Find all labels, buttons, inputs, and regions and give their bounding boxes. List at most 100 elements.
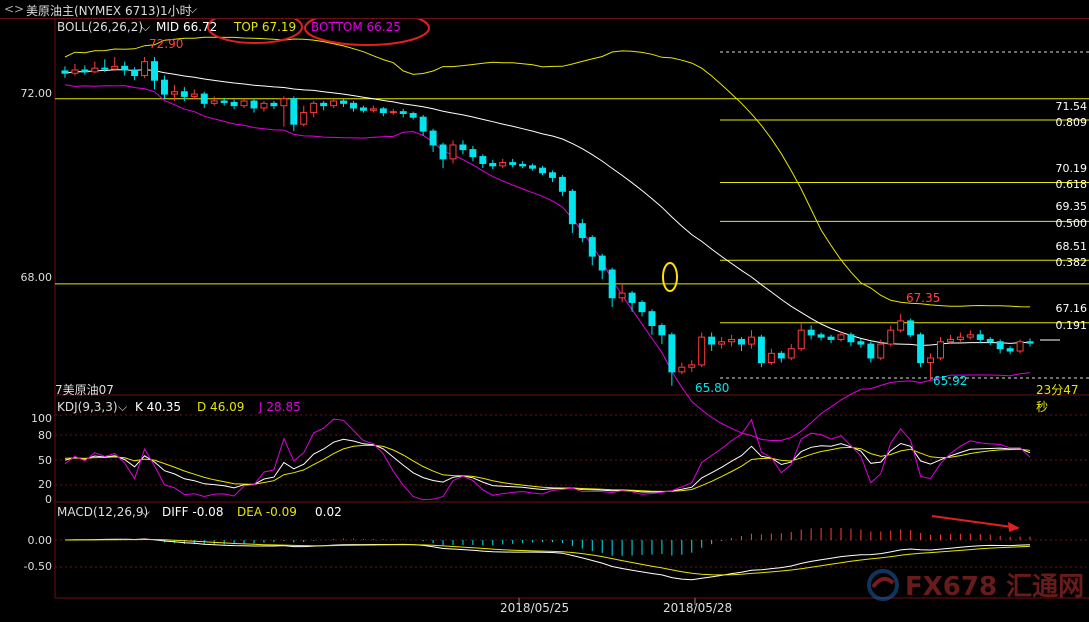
candle-body bbox=[757, 336, 765, 364]
candle-body bbox=[170, 91, 178, 95]
candle-body bbox=[290, 98, 298, 125]
price-axis-label: 72.00 bbox=[20, 87, 53, 100]
macd-indicator-name[interactable]: MACD(12,26,9) bbox=[57, 505, 148, 519]
candle-body bbox=[927, 357, 935, 364]
candle-body bbox=[399, 111, 407, 115]
candle-body bbox=[340, 100, 348, 104]
high-annotation: 67.35 bbox=[906, 291, 941, 305]
candle-body bbox=[568, 190, 576, 225]
fib-price-label: 70.19 bbox=[1055, 162, 1088, 175]
chart-svg[interactable] bbox=[0, 0, 1089, 619]
low-annotation: 65.80 bbox=[695, 381, 730, 395]
date-axis-label: 2018/05/28 bbox=[663, 601, 733, 615]
candle-body bbox=[280, 98, 288, 107]
candle-body bbox=[807, 329, 815, 336]
candle-body bbox=[986, 338, 994, 343]
candle-body bbox=[250, 100, 258, 109]
candle-body bbox=[61, 70, 69, 74]
candle-body bbox=[429, 130, 437, 146]
kdj-j-value: J 28.85 bbox=[259, 400, 301, 414]
candle-body bbox=[628, 292, 636, 303]
chevron-down-icon[interactable]: ⌵ bbox=[188, 2, 197, 17]
candle-body bbox=[877, 343, 885, 359]
candle-body bbox=[509, 162, 517, 165]
candle-body bbox=[469, 149, 477, 158]
candle-body bbox=[200, 93, 208, 104]
candle-body bbox=[489, 163, 497, 167]
candle-body bbox=[817, 334, 825, 338]
candle-body bbox=[230, 101, 238, 107]
candle-body bbox=[857, 341, 865, 345]
period-selector[interactable]: 1小时 bbox=[160, 2, 192, 19]
candle-body bbox=[937, 341, 944, 359]
candle-body bbox=[499, 162, 507, 167]
candle-body bbox=[578, 223, 586, 239]
candle-body bbox=[409, 113, 417, 118]
kdj-d-value: D 46.09 bbox=[197, 400, 245, 414]
kdj-axis-label: 0 bbox=[45, 493, 52, 506]
watermark-logo: FX678 汇通网 bbox=[865, 565, 1085, 605]
candle-body bbox=[777, 352, 785, 359]
candle-body bbox=[887, 329, 895, 345]
candle-body bbox=[350, 102, 357, 109]
fib-ratio-label: 0.382 bbox=[1055, 256, 1088, 269]
countdown-label: 23分47秒 bbox=[1036, 383, 1079, 414]
candle-body bbox=[111, 65, 119, 70]
boll-top-value: TOP 67.19 bbox=[234, 20, 297, 34]
boll-bottom-value: BOTTOM 66.25 bbox=[311, 20, 401, 34]
candle-body bbox=[996, 341, 1004, 350]
price-axis-label: 68.00 bbox=[20, 271, 53, 284]
contract-label: 7美原油07 bbox=[55, 383, 114, 397]
candle-body bbox=[1006, 348, 1014, 352]
high-annotation: 72.90 bbox=[149, 37, 184, 51]
candle-body bbox=[837, 334, 845, 340]
candle-body bbox=[708, 336, 716, 345]
chevron-down-icon[interactable]: ⌵ bbox=[141, 20, 150, 35]
kdj-k-value: K 40.35 bbox=[135, 400, 182, 414]
candle-body bbox=[917, 334, 925, 364]
candle-body bbox=[180, 91, 188, 97]
fib-price-label: 69.35 bbox=[1055, 200, 1088, 213]
symbol-label[interactable]: 美原油主(NYMEX 6713) bbox=[26, 2, 160, 19]
candle-body bbox=[141, 61, 149, 77]
low-annotation: 65.92 bbox=[933, 374, 968, 388]
candle-body bbox=[81, 69, 89, 73]
candle-body bbox=[638, 301, 646, 313]
fib-price-label: 68.51 bbox=[1055, 240, 1088, 253]
candle-body bbox=[966, 334, 974, 338]
candle-body bbox=[330, 100, 338, 107]
candle-body bbox=[588, 237, 596, 257]
macd-histogram-value: 0.02 bbox=[315, 505, 342, 519]
candle-body bbox=[558, 176, 566, 192]
candle-body bbox=[519, 163, 527, 167]
trend-arrow bbox=[931, 515, 1013, 528]
boll-bottom-line bbox=[64, 84, 1031, 442]
candle-body bbox=[310, 102, 318, 114]
trend-arrow-head bbox=[1008, 522, 1020, 532]
fib-ratio-label: 0.191 bbox=[1055, 319, 1088, 332]
candle-body bbox=[270, 102, 278, 107]
boll-indicator-name[interactable]: BOLL(26,26,2) bbox=[57, 20, 143, 34]
candle-body bbox=[976, 334, 984, 340]
candle-body bbox=[449, 144, 457, 160]
kdj-indicator-name[interactable]: KDJ(9,3,3) bbox=[57, 400, 118, 414]
candle-body bbox=[827, 336, 835, 340]
candle-body bbox=[738, 338, 745, 345]
nav-arrows-icon[interactable]: <> bbox=[4, 2, 24, 16]
chevron-down-icon[interactable]: ⌵ bbox=[141, 505, 150, 520]
candle-body bbox=[439, 144, 447, 160]
candle-body bbox=[419, 116, 427, 132]
candle-body bbox=[598, 255, 606, 271]
candle-body bbox=[190, 93, 198, 97]
fib-price-label: 67.16 bbox=[1055, 302, 1088, 315]
chart-area[interactable]: <> 美原油主(NYMEX 6713) 1小时 ⌵ BOLL(26,26,2) … bbox=[0, 0, 1089, 619]
candle-body bbox=[479, 156, 487, 165]
chevron-down-icon[interactable]: ⌵ bbox=[118, 400, 127, 415]
boll-mid-line bbox=[64, 68, 1031, 347]
candle-body bbox=[847, 334, 855, 343]
candle-body bbox=[728, 338, 736, 343]
date-axis-label: 2018/05/25 bbox=[500, 601, 570, 615]
candle-body bbox=[897, 320, 905, 331]
candle-body bbox=[359, 107, 367, 111]
kdj-axis-label: 50 bbox=[38, 454, 52, 467]
